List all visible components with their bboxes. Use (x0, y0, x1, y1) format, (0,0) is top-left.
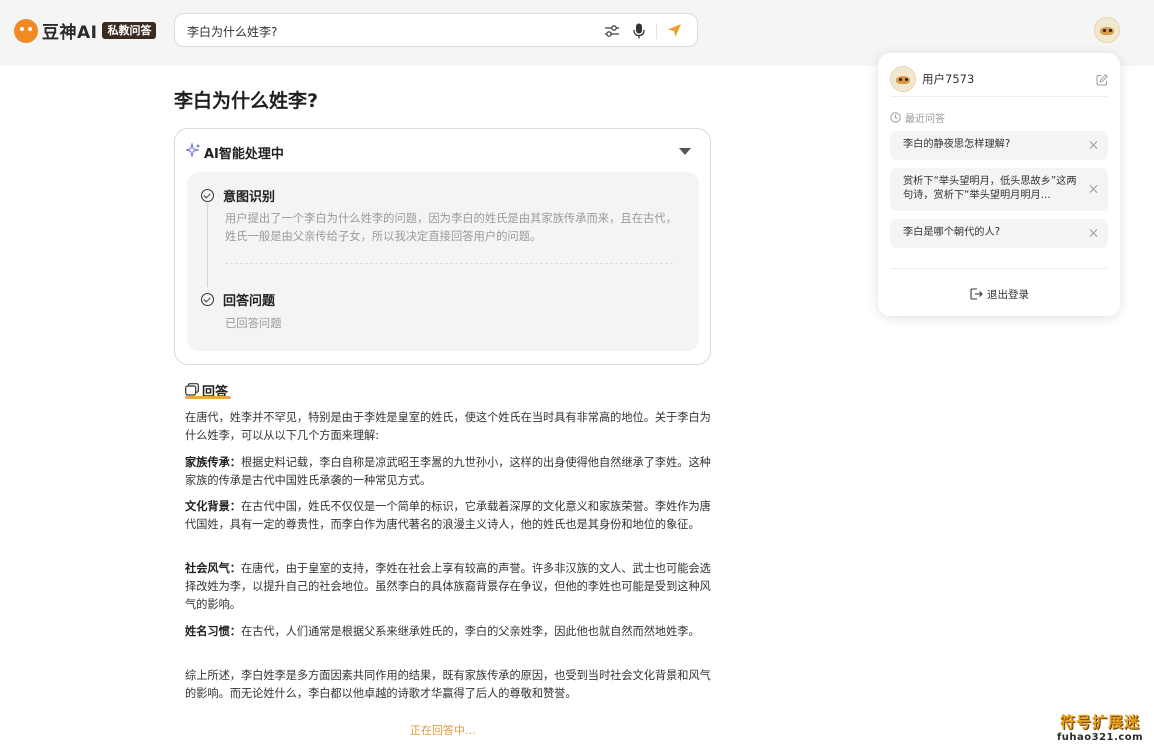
clock-icon (890, 108, 901, 127)
point-text: 在唐代，由于皇室的支持，李姓在社会上享有较高的声誉。许多非汉族的文人、武士也可能… (185, 562, 711, 611)
recent-label: 最近问答 (905, 114, 945, 125)
logo[interactable]: 豆神AI 私教问答 (14, 18, 157, 43)
logo-icon (14, 18, 38, 43)
point-term: 姓名习惯： (185, 625, 241, 638)
recent-header: 最近问答 (890, 108, 945, 127)
search-input[interactable] (187, 21, 587, 41)
step-connector (207, 203, 208, 287)
user-panel: 用户7573 最近问答 李白的静夜思怎样理解? 赏析下“举头望明月，低头思故乡”… (878, 53, 1120, 316)
divider (890, 96, 1108, 97)
history-text: 李白是哪个朝代的人? (903, 227, 1001, 238)
answer-point: 家族传承：根据史料记载，李白自称是凉武昭王李暠的九世孙小，这样的出身使得他自然继… (185, 454, 713, 490)
history-item[interactable]: 赏析下“举头望明月，低头思故乡”这两句诗，赏析下“举头望明月明月... (890, 168, 1108, 211)
logo-text: 豆神AI (42, 23, 98, 43)
watermark-url: fuhao321.com (1056, 732, 1144, 743)
history-item[interactable]: 李白是哪个朝代的人? (890, 219, 1108, 248)
point-text: 根据史料记载，李白自称是凉武昭王李暠的九世孙小，这样的出身使得他自然继承了李姓。… (185, 456, 711, 487)
step-label: 意图识别 (223, 190, 276, 205)
search-bar (174, 13, 698, 47)
processing-title: AI智能处理中 (204, 147, 284, 162)
sparkle-icon (184, 142, 201, 162)
point-term: 文化背景： (185, 500, 241, 513)
processing-card: AI智能处理中 意图识别 用户提出了一个李白为什么姓李的问题，因为李白的姓氏是由… (174, 128, 711, 365)
logout-button[interactable]: 退出登录 (970, 285, 1029, 304)
answer-underline (185, 396, 231, 399)
answer-intro: 在唐代，姓李并不罕见，特别是由于李姓是皇室的姓氏，使这个姓氏在当时具有非常高的地… (185, 411, 711, 442)
logout-label: 退出登录 (987, 289, 1029, 301)
page-title: 李白为什么姓李? (174, 90, 319, 112)
check-circle-icon (201, 293, 214, 306)
username: 用户7573 (922, 72, 975, 86)
watermark-title: 符号扩展迷 (1059, 713, 1140, 731)
search-divider (656, 23, 657, 39)
divider (890, 268, 1108, 269)
processing-header[interactable]: AI智能处理中 (184, 142, 284, 162)
point-text: 在古代中国，姓氏不仅仅是一个简单的标识，它承载着深厚的文化意义和家族荣誉。李姓作… (185, 500, 711, 531)
close-icon[interactable] (1089, 140, 1099, 150)
history-text: 李白的静夜思怎样理解? (903, 139, 1011, 150)
step-intent: 意图识别 (201, 186, 275, 205)
step-text: 用户提出了一个李白为什么姓李的问题，因为李白的姓氏是由其家族传承而来，且在古代，… (225, 212, 677, 243)
logo-badge: 私教问答 (102, 22, 157, 39)
point-term: 家族传承： (185, 456, 241, 469)
check-circle-icon (201, 189, 214, 202)
avatar[interactable] (1094, 17, 1120, 43)
history-text: 赏析下“举头望明月，低头思故乡”这两句诗，赏析下“举头望明月明月... (903, 176, 1077, 201)
step-label: 回答问题 (223, 294, 276, 309)
answer-status: 正在回答中... (410, 724, 476, 737)
answer-point: 文化背景：在古代中国，姓氏不仅仅是一个简单的标识，它承载着深厚的文化意义和家族荣… (185, 498, 713, 534)
logout-icon (970, 285, 983, 304)
step-text: 已回答问题 (225, 317, 282, 330)
caret-down-icon[interactable] (679, 148, 691, 155)
edit-icon[interactable] (1096, 71, 1108, 90)
close-icon[interactable] (1089, 228, 1099, 238)
answer-point: 社会风气：在唐代，由于皇室的支持，李姓在社会上享有较高的声誉。许多非汉族的文人、… (185, 560, 713, 614)
answer-point: 姓名习惯：在古代，人们通常是根据父系来继承姓氏的，李白的父亲姓李，因此他也就自然… (185, 623, 713, 641)
point-term: 社会风气： (185, 562, 241, 575)
microphone-icon[interactable] (630, 22, 647, 39)
watermark: 符号扩展迷 fuhao321.com (1056, 711, 1144, 743)
history-item[interactable]: 李白的静夜思怎样理解? (890, 131, 1108, 160)
processing-steps: 意图识别 用户提出了一个李白为什么姓李的问题，因为李白的姓氏是由其家族传承而来，… (187, 172, 699, 351)
send-icon[interactable] (666, 22, 683, 39)
answer-conclusion: 综上所述，李白姓李是多方面因素共同作用的结果，既有家族传承的原因，也受到当时社会… (185, 669, 711, 700)
settings-sliders-icon[interactable] (603, 22, 620, 39)
step-divider (225, 263, 673, 264)
user-info: 用户7573 (890, 66, 974, 92)
point-text: 在古代，人们通常是根据父系来继承姓氏的，李白的父亲姓李，因此他也就自然而然地姓李… (240, 625, 700, 638)
avatar (890, 66, 916, 92)
close-icon[interactable] (1089, 184, 1099, 194)
step-answer: 回答问题 (201, 290, 275, 309)
